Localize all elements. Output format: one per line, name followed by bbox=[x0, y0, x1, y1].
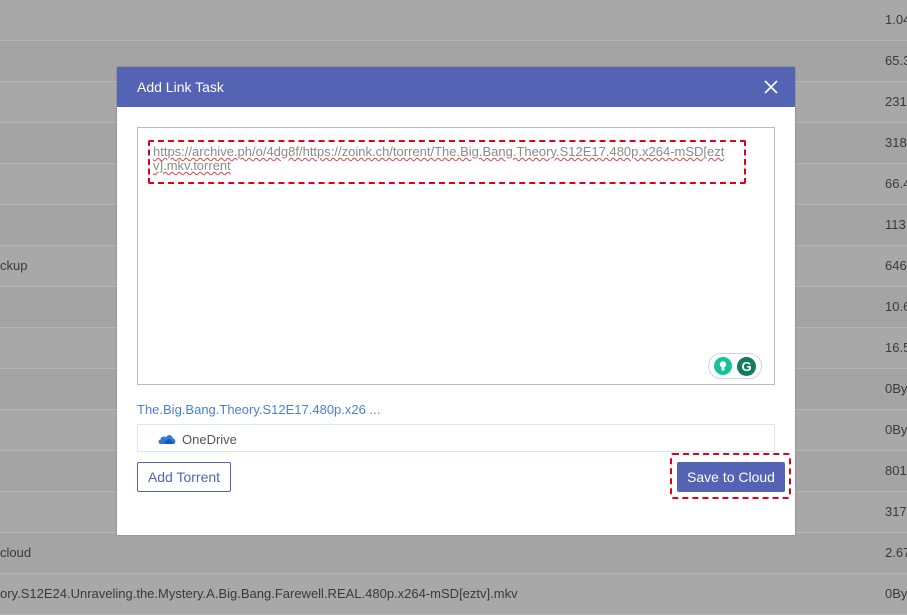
close-icon[interactable] bbox=[763, 79, 779, 95]
background-row-size: 0By bbox=[885, 422, 907, 437]
background-row: ory.S12E24.Unraveling.the.Mystery.A.Big.… bbox=[0, 574, 907, 615]
background-row-size: 65.3 bbox=[885, 53, 907, 68]
add-torrent-button[interactable]: Add Torrent bbox=[137, 462, 231, 492]
lightbulb-icon[interactable] bbox=[714, 357, 732, 375]
background-row-size: 16.5 bbox=[885, 340, 907, 355]
background-row-size: 113 bbox=[885, 217, 906, 232]
grammarly-widget[interactable]: G bbox=[708, 353, 762, 379]
background-row-size: 318 bbox=[885, 135, 907, 150]
background-row-name: cloud bbox=[0, 545, 32, 560]
background-row-name: ckup bbox=[0, 258, 28, 273]
background-row-size: 317 bbox=[885, 504, 907, 519]
background-row-size: 231 bbox=[885, 94, 907, 109]
grammarly-icon[interactable]: G bbox=[737, 357, 756, 376]
background-row: 1.04 bbox=[0, 0, 907, 41]
background-row-size: 2.67 bbox=[885, 545, 907, 560]
onedrive-cloud-icon bbox=[158, 435, 176, 444]
background-row-size: 801 bbox=[885, 463, 907, 478]
background-row-size: 1.04 bbox=[885, 12, 907, 27]
destination-label: OneDrive bbox=[182, 432, 237, 447]
file-name-link[interactable]: The.Big.Bang.Theory.S12E17.480p.x26 ... bbox=[137, 402, 380, 417]
background-row-name: ory.S12E24.Unraveling.the.Mystery.A.Big.… bbox=[0, 586, 518, 601]
background-row-size: 646 bbox=[885, 258, 907, 273]
destination-selector[interactable]: OneDrive bbox=[137, 424, 775, 452]
url-highlight-box bbox=[148, 140, 746, 184]
dialog-header: Add Link Task bbox=[117, 67, 795, 107]
background-row-size: 0By bbox=[885, 586, 907, 601]
background-row-size: 0By bbox=[885, 381, 907, 396]
add-link-task-dialog: Add Link Task https://archive.ph/o/4dg8f… bbox=[117, 67, 795, 535]
save-to-cloud-button[interactable]: Save to Cloud bbox=[677, 462, 785, 492]
url-textarea[interactable]: https://archive.ph/o/4dg8f/https://zoink… bbox=[137, 127, 775, 385]
background-row-size: 10.6 bbox=[885, 299, 907, 314]
dialog-title: Add Link Task bbox=[137, 79, 224, 95]
background-row: cloud 2.67 bbox=[0, 533, 907, 574]
background-row-size: 66.4 bbox=[885, 176, 907, 191]
